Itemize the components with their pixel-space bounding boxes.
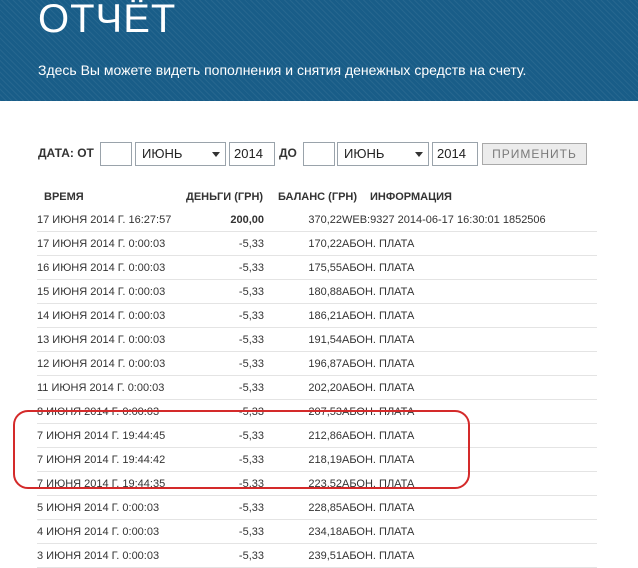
cell-money: -5,33 (180, 303, 264, 328)
cell-info: АБОН. ПЛАТА (342, 327, 597, 352)
cell-info: АБОН. ПЛАТА (342, 375, 597, 400)
to-month-select[interactable]: ИЮНЬ (337, 142, 429, 166)
cell-info: АБОН. ПЛАТА (342, 519, 597, 544)
cell-time: 14 ИЮНЯ 2014 Г. 0:00:03 (37, 303, 180, 328)
cell-money: -5,33 (180, 351, 264, 376)
to-year-input[interactable]: 2014 (432, 142, 478, 166)
cell-balance: 180,88 (264, 279, 342, 304)
cell-info: АБОН. ПЛАТА (342, 495, 597, 520)
cell-time: 15 ИЮНЯ 2014 Г. 0:00:03 (37, 279, 180, 304)
page-header: ОТЧЁТ Здесь Вы можете видеть пополнения … (0, 0, 638, 101)
table-row: 15 ИЮНЯ 2014 Г. 0:00:03 -5,33 180,88 АБО… (37, 279, 597, 304)
cell-money: -5,33 (180, 543, 264, 568)
date-to-label: ДО (279, 146, 297, 160)
cell-info: АБОН. ПЛАТА (342, 231, 597, 256)
cell-time: 16 ИЮНЯ 2014 Г. 0:00:03 (37, 255, 180, 280)
cell-money: -5,33 (180, 279, 264, 304)
cell-balance: 196,87 (264, 351, 342, 376)
table-row: 4 ИЮНЯ 2014 Г. 0:00:03 -5,33 234,18 АБОН… (37, 519, 597, 544)
cell-balance: 239,51 (264, 543, 342, 568)
cell-info: АБОН. ПЛАТА (342, 351, 597, 376)
page-title: ОТЧЁТ (38, 0, 177, 41)
cell-balance: 175,55 (264, 255, 342, 280)
column-header-info: ИНФОРМАЦИЯ (370, 191, 452, 203)
cell-info: АБОН. ПЛАТА (342, 543, 597, 568)
cell-money: -5,33 (180, 327, 264, 352)
table-row: 14 ИЮНЯ 2014 Г. 0:00:03 -5,33 186,21 АБО… (37, 303, 597, 328)
chevron-down-icon (212, 152, 220, 157)
cell-balance: 228,85 (264, 495, 342, 520)
cell-money: -5,33 (180, 231, 264, 256)
cell-info: АБОН. ПЛАТА (342, 255, 597, 280)
cell-money: -5,33 (180, 519, 264, 544)
table-row: 5 ИЮНЯ 2014 Г. 0:00:03 -5,33 228,85 АБОН… (37, 495, 597, 520)
cell-money: -5,33 (180, 375, 264, 400)
cell-time: 5 ИЮНЯ 2014 Г. 0:00:03 (37, 495, 180, 520)
page-subtitle: Здесь Вы можете видеть пополнения и снят… (38, 62, 527, 78)
from-month-value: ИЮНЬ (142, 146, 183, 161)
table-row: 17 ИЮНЯ 2014 Г. 0:00:03 -5,33 170,22 АБО… (37, 231, 597, 256)
date-from-label: ДАТА: ОТ (38, 146, 94, 160)
cell-info: АБОН. ПЛАТА (342, 279, 597, 304)
cell-money: -5,33 (180, 495, 264, 520)
from-month-select[interactable]: ИЮНЬ (135, 142, 226, 166)
column-header-time: ВРЕМЯ (44, 191, 84, 203)
table-row: 3 ИЮНЯ 2014 Г. 0:00:03 -5,33 239,51 АБОН… (37, 543, 597, 568)
table-row: 16 ИЮНЯ 2014 Г. 0:00:03 -5,33 175,55 АБО… (37, 255, 597, 280)
cell-time: 17 ИЮНЯ 2014 Г. 16:27:57 (37, 208, 180, 232)
cell-info: АБОН. ПЛАТА (342, 303, 597, 328)
cell-time: 12 ИЮНЯ 2014 Г. 0:00:03 (37, 351, 180, 376)
cell-time: 13 ИЮНЯ 2014 Г. 0:00:03 (37, 327, 180, 352)
table-row: 11 ИЮНЯ 2014 Г. 0:00:03 -5,33 202,20 АБО… (37, 375, 597, 400)
to-month-value: ИЮНЬ (344, 146, 385, 161)
cell-time: 3 ИЮНЯ 2014 Г. 0:00:03 (37, 543, 180, 568)
cell-balance: 170,22 (264, 231, 342, 256)
cell-info: WEB:9327 2014-06-17 16:30:01 1852506 (342, 208, 597, 232)
cell-money: -5,33 (180, 255, 264, 280)
cell-balance: 191,54 (264, 327, 342, 352)
cell-balance: 234,18 (264, 519, 342, 544)
cell-balance: 202,20 (264, 375, 342, 400)
column-header-money: ДЕНЬГИ (ГРН) (186, 191, 264, 203)
apply-button[interactable]: ПРИМЕНИТЬ (482, 143, 587, 165)
from-day-input[interactable] (100, 142, 132, 166)
table-row: 13 ИЮНЯ 2014 Г. 0:00:03 -5,33 191,54 АБО… (37, 327, 597, 352)
highlight-annotation (13, 410, 470, 489)
table-row: 12 ИЮНЯ 2014 Г. 0:00:03 -5,33 196,87 АБО… (37, 351, 597, 376)
table-row: 17 ИЮНЯ 2014 Г. 16:27:57 200,00 370,22 W… (37, 208, 597, 232)
cell-balance: 186,21 (264, 303, 342, 328)
cell-time: 4 ИЮНЯ 2014 Г. 0:00:03 (37, 519, 180, 544)
from-year-input[interactable]: 2014 (229, 142, 275, 166)
column-header-balance: БАЛАНС (ГРН) (278, 191, 358, 203)
cell-time: 11 ИЮНЯ 2014 Г. 0:00:03 (37, 375, 180, 400)
report-table: 17 ИЮНЯ 2014 Г. 16:27:57 200,00 370,22 W… (37, 208, 597, 568)
cell-money: 200,00 (180, 208, 264, 232)
cell-time: 17 ИЮНЯ 2014 Г. 0:00:03 (37, 231, 180, 256)
to-day-input[interactable] (303, 142, 335, 166)
chevron-down-icon (415, 152, 423, 157)
cell-balance: 370,22 (264, 208, 342, 232)
